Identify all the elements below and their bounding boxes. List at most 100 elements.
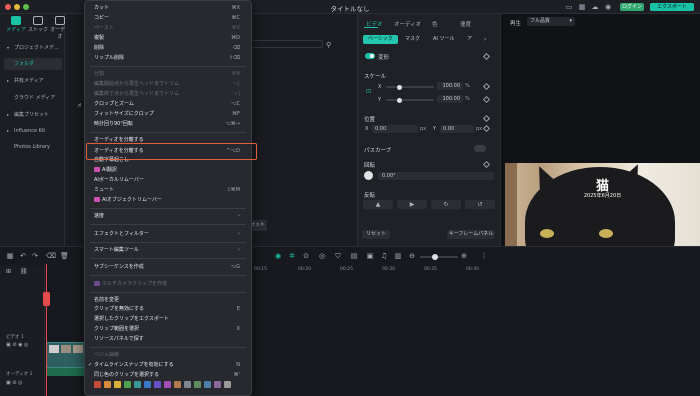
pos-y-field[interactable]: 0.00 xyxy=(440,125,474,133)
menu-item-effects-filters[interactable]: エフェクトとフィルター › xyxy=(94,230,246,239)
menu-item-disable-clip[interactable]: クリップを無効にする E xyxy=(94,305,246,314)
color-swatch[interactable] xyxy=(214,381,221,388)
color-swatch[interactable] xyxy=(184,381,191,388)
tab-color[interactable]: 色 xyxy=(432,20,438,28)
image-icon[interactable]: ▣ xyxy=(366,252,374,260)
rotate-dial[interactable] xyxy=(364,171,373,180)
grid-icon[interactable]: ▦ xyxy=(578,3,586,11)
track-controls[interactable]: ▣ ⊘ ◉ ◎ xyxy=(6,342,28,348)
transform-toggle[interactable] xyxy=(365,53,375,59)
export-button[interactable]: エクスポート xyxy=(650,3,694,11)
menu-item-multicam[interactable]: マルチカメラクリップを作成 xyxy=(94,280,246,289)
scale-y-slider[interactable] xyxy=(386,99,434,101)
trash-icon[interactable]: 🗑 xyxy=(60,252,69,260)
tab-stock[interactable]: ストック xyxy=(28,16,48,36)
perspective-toggle[interactable] xyxy=(474,145,486,152)
menu-item-smart-edit[interactable]: スマート編集ツール › xyxy=(94,246,246,255)
delete-icon[interactable]: ⌫ xyxy=(46,252,56,260)
sidebar-item-influence-kit[interactable]: ▸ Influence Kit xyxy=(4,125,62,137)
color-swatch[interactable] xyxy=(224,381,231,388)
shield-icon[interactable]: ⛉ xyxy=(334,252,342,260)
text-icon[interactable]: ▤ xyxy=(350,252,358,260)
more-icon[interactable]: ⋮ xyxy=(480,252,488,260)
menu-item-ai-translate[interactable]: AI翻訳 xyxy=(94,166,246,175)
playhead[interactable] xyxy=(46,264,47,396)
menu-item-ripple-delete[interactable]: リップル削除 ⇧⌫ xyxy=(94,54,246,63)
tab-speed[interactable]: 速度 xyxy=(460,20,471,28)
subtab-more[interactable]: ア xyxy=(462,35,477,44)
sidebar-item-edit-presets[interactable]: ▸ 編集プリセット xyxy=(4,109,62,121)
menu-item-duplicate[interactable]: 複製 ⌘D xyxy=(94,34,246,43)
menu-item-select-range[interactable]: クリップ範囲を選択 X xyxy=(94,325,246,334)
audio-clip[interactable] xyxy=(46,368,86,376)
zoom-in-icon[interactable]: ⊕ xyxy=(460,252,468,260)
scale-x-field[interactable]: 100.00 xyxy=(437,82,463,90)
snap-icon[interactable]: ✲ xyxy=(288,252,296,260)
sidebar-item-shared-media[interactable]: ▸ 共有メディア xyxy=(4,75,62,87)
marker-icon[interactable]: ⊙ xyxy=(302,252,310,260)
scale-y-knob[interactable] xyxy=(397,97,402,103)
mic-icon[interactable]: ◎ xyxy=(318,252,326,260)
zoom-out-icon[interactable]: ⊖ xyxy=(408,252,416,260)
color-swatch[interactable] xyxy=(164,381,171,388)
menu-item-split[interactable]: 分割 ⌘B xyxy=(94,70,246,79)
color-swatch[interactable] xyxy=(204,381,211,388)
menu-item-trim-start[interactable]: 編集開始点から再生ヘッドまでトリム ⌥[ xyxy=(94,80,246,89)
menu-item-timeline-snap[interactable]: タイムラインスナップを有効にする N xyxy=(94,361,246,370)
split-icon[interactable]: ▥ xyxy=(394,252,402,260)
subtab-basic[interactable]: ベーシック xyxy=(363,35,398,44)
color-swatch[interactable] xyxy=(114,381,121,388)
color-swatch[interactable] xyxy=(124,381,131,388)
color-swatch[interactable] xyxy=(174,381,181,388)
link-icon[interactable]: ⛓ xyxy=(20,268,28,275)
chevron-right-icon[interactable]: › xyxy=(484,36,486,43)
reset-button[interactable]: リセット xyxy=(362,230,390,239)
zoom-slider[interactable] xyxy=(420,256,458,258)
grid-icon[interactable]: ▦ xyxy=(6,252,14,260)
rotate-field[interactable]: 0.00° xyxy=(378,172,494,180)
scale-x-knob[interactable] xyxy=(397,84,402,90)
scale-x-slider[interactable] xyxy=(386,86,434,88)
tab-audio-props[interactable]: オーディオ xyxy=(394,20,421,28)
subtab-ai-tools[interactable]: AI ツール xyxy=(428,35,460,44)
color-swatch[interactable] xyxy=(194,381,201,388)
menu-item-bezier[interactable]: ベジェ曲線 xyxy=(94,351,246,360)
menu-item-crop-fit[interactable]: フィットサイズにクロップ ⌘F xyxy=(94,110,246,119)
keyframe-panel-button[interactable]: キーフレームパネル xyxy=(447,230,495,239)
ai-icon[interactable]: ◉ xyxy=(274,252,282,260)
flip-horizontal-button[interactable]: ▶ xyxy=(397,200,427,209)
search-input[interactable] xyxy=(248,40,323,48)
menu-item-select-same-color[interactable]: 同じ色のクリップを選択する ⌘' xyxy=(94,371,246,380)
color-swatch[interactable] xyxy=(144,381,151,388)
menu-item-trim-end[interactable]: 編集終了点から再生ヘッドまでトリム ⌥] xyxy=(94,90,246,99)
video-clip[interactable] xyxy=(46,342,86,368)
user-icon[interactable]: ◉ xyxy=(604,3,612,11)
add-track-icon[interactable]: ⊞ xyxy=(6,268,11,275)
menu-item-subsequence[interactable]: サブシーケンスを作成 ⌥G xyxy=(94,263,246,272)
zoom-knob[interactable] xyxy=(432,254,438,260)
color-swatch[interactable] xyxy=(104,381,111,388)
menu-item-object-remover[interactable]: AIオブジェクトリムーバー xyxy=(94,196,246,205)
menu-item-mute[interactable]: ミュート ⇧⌘M xyxy=(94,186,246,195)
filter-icon[interactable]: ⚲ xyxy=(326,41,334,49)
sidebar-item-cloud-media[interactable]: クラウド メディア xyxy=(4,92,62,104)
sidebar-item-folder[interactable]: フォルダ xyxy=(4,58,62,70)
login-button[interactable]: ログイン xyxy=(620,3,644,11)
undo-icon[interactable]: ↶ xyxy=(19,252,27,260)
cloud-icon[interactable]: ☁ xyxy=(591,3,599,11)
color-swatch[interactable] xyxy=(94,381,101,388)
subtab-mask[interactable]: マスク xyxy=(400,35,425,44)
sidebar-item-project-media[interactable]: ▾ プロジェクトメデ… xyxy=(4,42,62,54)
tab-media[interactable]: メディア xyxy=(6,16,26,36)
color-swatch[interactable] xyxy=(154,381,161,388)
rotate-ccw-button[interactable]: ↺ xyxy=(465,200,495,209)
voice-icon[interactable]: ♫ xyxy=(380,252,388,260)
menu-item-copy[interactable]: コピー ⌘C xyxy=(94,14,246,23)
rotate-cw-button[interactable]: ↻ xyxy=(431,200,461,209)
sidebar-item-photos-library[interactable]: Photos Library xyxy=(4,141,62,153)
lock-icon[interactable]: ⊡ xyxy=(366,88,371,95)
playhead-handle[interactable] xyxy=(43,292,50,306)
menu-item-speed[interactable]: 速度 › xyxy=(94,212,246,221)
menu-item-rename[interactable]: 名前を変更 xyxy=(94,296,246,305)
track-controls[interactable]: ▣ ⊘ ◎ xyxy=(6,380,22,386)
